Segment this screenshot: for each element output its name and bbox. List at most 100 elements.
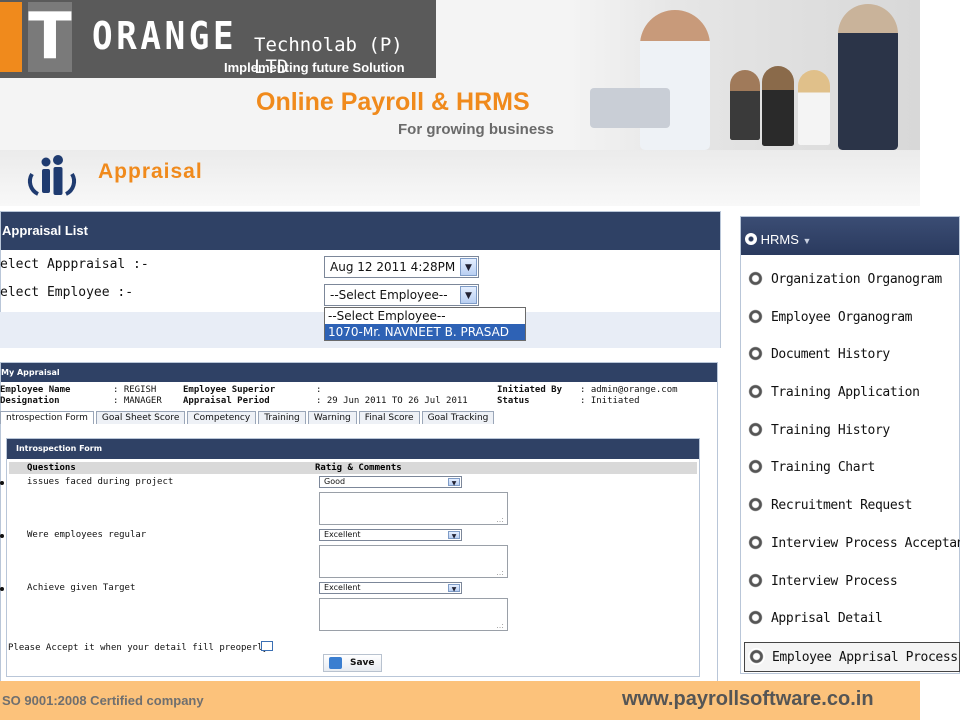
select-appraisal-label: elect Apppraisal :- bbox=[0, 257, 149, 272]
gear-icon bbox=[747, 496, 764, 513]
menu-item-employee-apprisal-process-data[interactable]: Employee Apprisal Process Data bbox=[744, 642, 960, 672]
rating-select[interactable]: Good ▼ bbox=[319, 476, 462, 488]
employee-options-list[interactable]: --Select Employee-- 1070-Mr. NAVNEET B. … bbox=[324, 307, 526, 341]
gear-icon bbox=[747, 270, 764, 287]
website-link[interactable]: www.payrollsoftware.co.in bbox=[622, 688, 874, 711]
logo-letter-o bbox=[0, 2, 22, 72]
comment-textarea[interactable] bbox=[319, 598, 508, 631]
bullet-icon bbox=[0, 534, 4, 538]
chevron-down-icon[interactable]: ▼ bbox=[448, 531, 460, 540]
people-icon bbox=[27, 155, 77, 196]
period-label: Appraisal Period bbox=[183, 396, 270, 406]
select-employee-label: elect Employee :- bbox=[0, 285, 134, 300]
question-text: issues faced during project bbox=[27, 477, 174, 487]
menu-item-training-application[interactable]: Training Application bbox=[744, 378, 960, 408]
tab-introspection-form[interactable]: ntrospection Form bbox=[0, 411, 94, 424]
select-appraisal-value: Aug 12 2011 4:28PM bbox=[330, 260, 456, 274]
employee-option-highlighted[interactable]: 1070-Mr. NAVNEET B. PRASAD bbox=[325, 324, 525, 340]
status-label: Status bbox=[497, 396, 530, 406]
accept-text: Please Accept it when your detail fill p… bbox=[8, 643, 269, 653]
introspection-form-title: Introspection Form bbox=[7, 439, 699, 459]
menu-item-employee-organogram[interactable]: Employee Organogram bbox=[744, 303, 960, 333]
company-tagline: Implementing future Solution bbox=[224, 60, 405, 75]
product-subtitle: For growing business bbox=[398, 121, 554, 138]
office-team-photo bbox=[570, 0, 920, 150]
menu-item-recruitment-request[interactable]: Recruitment Request bbox=[744, 491, 960, 521]
tab-competency[interactable]: Competency bbox=[187, 411, 257, 424]
menu-item-interview-process-acceptance[interactable]: Interview Process Acceptance bbox=[744, 529, 960, 559]
chevron-down-icon[interactable]: ▼ bbox=[460, 258, 477, 276]
save-icon bbox=[329, 657, 342, 669]
questions-column-header: Questions bbox=[27, 463, 76, 473]
hrms-menu-title: HRMS bbox=[760, 232, 799, 247]
menu-item-document-history[interactable]: Document History bbox=[744, 340, 960, 370]
superior-value: : bbox=[316, 385, 322, 395]
chevron-down-icon[interactable]: ▼ bbox=[448, 584, 460, 593]
product-title: Online Payroll & HRMS bbox=[256, 88, 530, 116]
hrms-menu-panel: HRMS ▼ Organization Organogram Employee … bbox=[740, 216, 960, 674]
gear-icon bbox=[747, 383, 764, 400]
select-employee-value: --Select Employee-- bbox=[330, 288, 448, 302]
employee-name-label: Employee Name bbox=[0, 385, 71, 395]
appraisal-list-title: Appraisal List bbox=[1, 212, 720, 250]
bullet-icon bbox=[0, 481, 4, 485]
gear-icon bbox=[747, 609, 764, 626]
tab-warning[interactable]: Warning bbox=[307, 411, 357, 424]
module-title: Appraisal bbox=[98, 160, 203, 183]
rating-select[interactable]: Excellent ▼ bbox=[319, 529, 462, 541]
status-value: : Initiated bbox=[580, 396, 640, 406]
gear-icon bbox=[747, 458, 764, 475]
company-name: ORANGE bbox=[92, 14, 238, 58]
rating-select[interactable]: Excellent ▼ bbox=[319, 582, 462, 594]
menu-item-training-history[interactable]: Training History bbox=[744, 416, 960, 446]
employee-option[interactable]: --Select Employee-- bbox=[325, 308, 525, 324]
questions-header-row: Questions Ratig & Comments bbox=[9, 462, 697, 474]
rating-value: Good bbox=[324, 477, 346, 486]
question-text: Achieve given Target bbox=[27, 583, 136, 593]
employee-name-value: : REGISH bbox=[113, 385, 157, 395]
chevron-down-icon: ▼ bbox=[802, 236, 812, 246]
question-text: Were employees regular bbox=[27, 530, 147, 540]
tab-training[interactable]: Training bbox=[258, 411, 306, 424]
gear-icon bbox=[747, 534, 764, 551]
select-employee-dropdown[interactable]: --Select Employee-- ▼ bbox=[324, 284, 479, 306]
logo-letter-t: T bbox=[28, 0, 72, 74]
tab-final-score[interactable]: Final Score bbox=[358, 411, 420, 424]
hrms-menu-header[interactable]: HRMS ▼ bbox=[741, 217, 959, 255]
rating-value: Excellent bbox=[324, 530, 361, 539]
bullet-icon bbox=[0, 587, 4, 591]
save-button-label: Save bbox=[350, 658, 375, 668]
appraisal-tabs: ntrospection Form Goal Sheet Score Compe… bbox=[0, 411, 496, 424]
comment-textarea[interactable] bbox=[319, 492, 508, 525]
initiated-by-label: Initiated By bbox=[497, 385, 563, 395]
site-header: T ORANGE Technolab (P) LTD Implementing … bbox=[0, 0, 920, 150]
rating-value: Excellent bbox=[324, 583, 361, 592]
my-appraisal-title: My Appraisal bbox=[1, 363, 717, 382]
tab-goal-tracking[interactable]: Goal Tracking bbox=[421, 411, 495, 424]
comment-textarea[interactable] bbox=[319, 545, 508, 578]
rating-column-header: Ratig & Comments bbox=[315, 463, 402, 473]
select-appraisal-dropdown[interactable]: Aug 12 2011 4:28PM ▼ bbox=[324, 256, 479, 278]
gear-icon bbox=[747, 572, 764, 589]
superior-label: Employee Superior bbox=[183, 385, 276, 395]
save-button[interactable]: Save bbox=[323, 654, 382, 672]
gear-icon bbox=[747, 345, 764, 362]
accept-checkbox[interactable] bbox=[261, 641, 273, 651]
gear-icon bbox=[747, 421, 764, 438]
initiated-by-value: : admin@orange.com bbox=[580, 385, 678, 395]
hrms-gear-icon bbox=[745, 233, 757, 245]
company-logo: T ORANGE Technolab (P) LTD Implementing … bbox=[0, 0, 436, 78]
menu-item-interview-process[interactable]: Interview Process bbox=[744, 567, 960, 597]
menu-item-training-chart[interactable]: Training Chart bbox=[744, 453, 960, 483]
gear-icon bbox=[747, 308, 764, 325]
period-value: : 29 Jun 2011 TO 26 Jul 2011 bbox=[316, 396, 468, 406]
tab-goal-sheet-score[interactable]: Goal Sheet Score bbox=[95, 411, 186, 424]
chevron-down-icon[interactable]: ▼ bbox=[448, 478, 460, 487]
certification-text: SO 9001:2008 Certified company bbox=[2, 693, 204, 708]
menu-item-organization-organogram[interactable]: Organization Organogram bbox=[744, 265, 960, 295]
menu-item-apprisal-detail[interactable]: Apprisal Detail bbox=[744, 604, 960, 634]
designation-value: : MANAGER bbox=[113, 396, 162, 406]
chevron-down-icon[interactable]: ▼ bbox=[460, 286, 477, 304]
designation-label: Designation bbox=[0, 396, 60, 406]
gear-icon bbox=[748, 648, 765, 665]
